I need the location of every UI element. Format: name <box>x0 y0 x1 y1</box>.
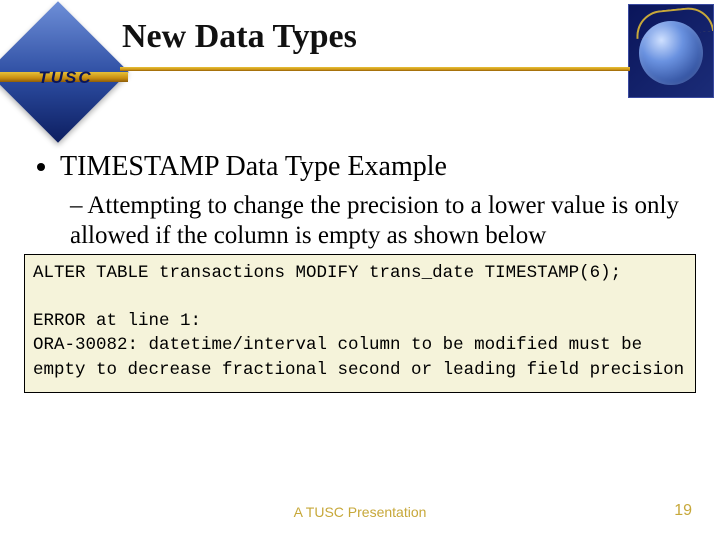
footer-text: A TUSC Presentation <box>0 504 720 520</box>
globe-icon <box>628 4 714 98</box>
title-underline <box>120 67 630 71</box>
bullet-main: TIMESTAMP Data Type Example <box>60 150 680 183</box>
code-block: ALTER TABLE transactions MODIFY trans_da… <box>24 254 696 393</box>
page-number: 19 <box>674 502 692 520</box>
content-area: TIMESTAMP Data Type Example Attempting t… <box>40 150 680 250</box>
brand-logo: TUSC <box>8 22 108 122</box>
slide: TUSC New Data Types TIMESTAMP Data Type … <box>0 0 720 540</box>
slide-title: New Data Types <box>122 18 357 56</box>
bullet-sub: Attempting to change the precision to a … <box>70 191 680 250</box>
brand-text: TUSC <box>28 68 103 88</box>
